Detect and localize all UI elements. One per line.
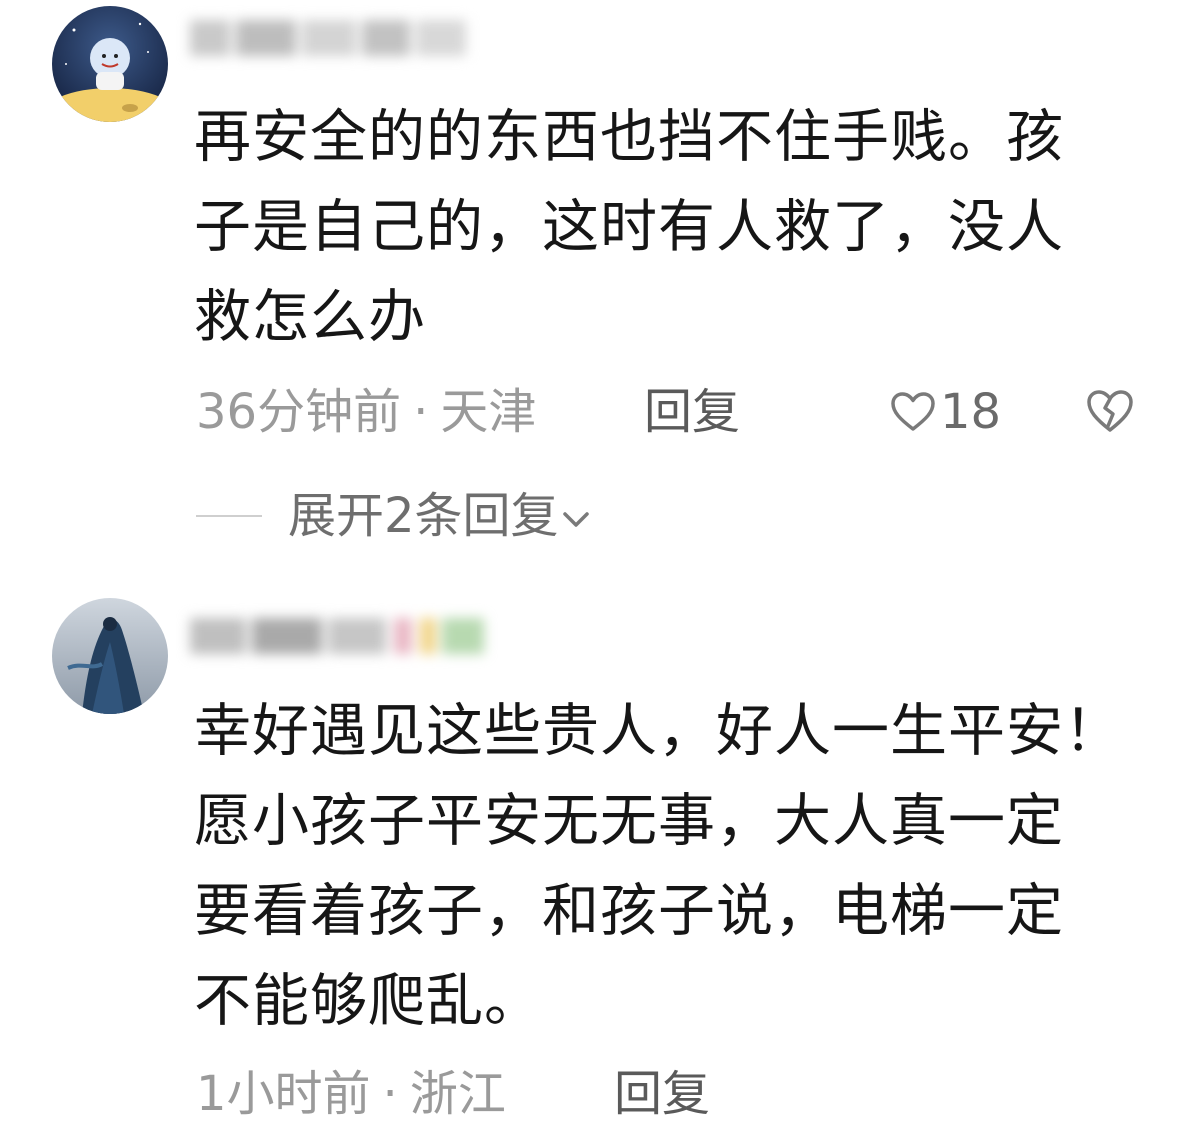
comment-item: 幸好遇见这些贵人，好人一生平安！ 愿小孩子平安无无事，大人真一定 要看着孩子，和… <box>0 590 1200 1127</box>
reply-button[interactable]: 回复 <box>644 382 740 442</box>
broken-heart-outline-icon <box>1087 390 1133 432</box>
username[interactable] <box>190 608 490 664</box>
comment-time-location: 36分钟前 · 天津 <box>196 384 537 440</box>
like-button[interactable]: 18 <box>890 386 1001 438</box>
comment-time-location: 1小时前 · 浙江 <box>196 1066 506 1122</box>
reply-button[interactable]: 回复 <box>614 1064 710 1124</box>
comment-meta: 36分钟前 · 天津 回复 18 <box>196 382 1176 442</box>
divider-line <box>196 515 262 517</box>
chevron-down-icon <box>562 512 589 527</box>
comment-text: 幸好遇见这些贵人，好人一生平安！ 愿小孩子平安无无事，大人真一定 要看着孩子，和… <box>194 698 1122 1034</box>
avatar[interactable] <box>52 598 168 714</box>
expand-replies-button[interactable]: 展开2条回复 <box>196 486 716 546</box>
comment-meta: 1小时前 · 浙江 回复 <box>196 1064 1176 1124</box>
comment-text: 再安全的的东西也挡不住手贱。孩 子是自己的，这时有人救了，没人 救怎么办 <box>194 104 1064 350</box>
dislike-button[interactable] <box>1084 386 1136 438</box>
expand-replies-label: 展开2条回复 <box>288 488 559 544</box>
like-count: 18 <box>940 384 1002 440</box>
avatar[interactable] <box>52 6 168 122</box>
username[interactable] <box>190 10 470 66</box>
heart-outline-icon <box>891 392 935 431</box>
comment-item: 再安全的的东西也挡不住手贱。孩 子是自己的，这时有人救了，没人 救怎么办 36分… <box>0 0 1200 570</box>
